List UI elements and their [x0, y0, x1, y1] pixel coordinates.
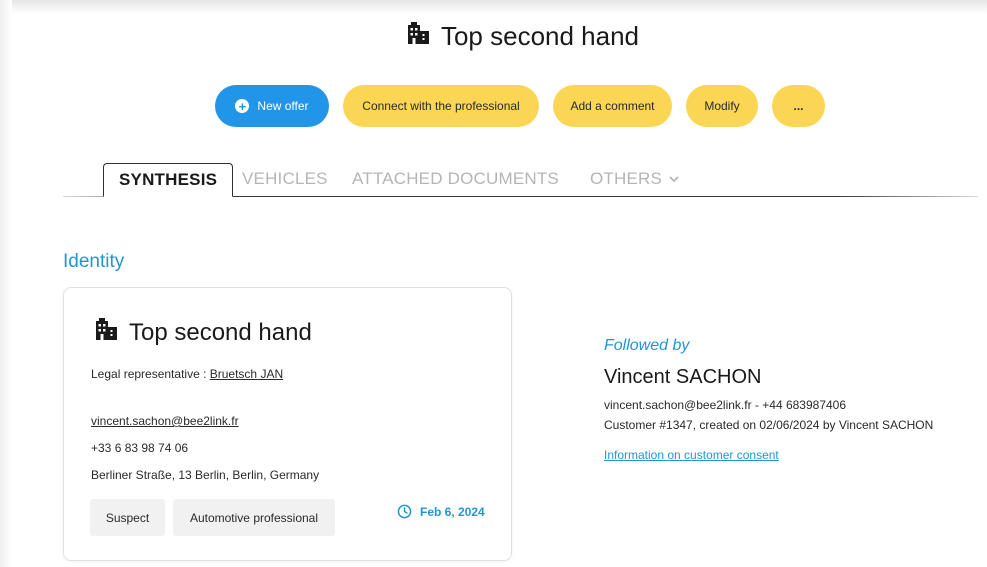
tab-vehicles[interactable]: VEHICLES: [242, 162, 328, 196]
action-bar: + New offer Connect with the professiona…: [215, 85, 825, 127]
legal-representative: Legal representative : Bruetsch JAN: [91, 367, 283, 381]
top-shadow: [0, 0, 987, 14]
left-shadow: [0, 0, 12, 567]
tab-others[interactable]: OTHERS: [590, 162, 680, 196]
new-offer-label: New offer: [257, 99, 309, 113]
identity-card: Top second hand Legal representative : B…: [63, 287, 512, 561]
plus-circle-icon: +: [235, 99, 250, 113]
more-actions-button[interactable]: ...: [772, 85, 825, 127]
legal-rep-label: Legal representative :: [91, 367, 207, 381]
new-offer-button[interactable]: + New offer: [215, 85, 329, 127]
tab-attached-documents[interactable]: ATTACHED DOCUMENTS: [352, 162, 559, 196]
phone-number: +33 6 83 98 74 06: [91, 441, 189, 455]
address: Berliner Straße, 13 Berlin, Berlin, Germ…: [91, 468, 320, 482]
legal-rep-link[interactable]: Bruetsch JAN: [210, 367, 283, 381]
page-title: Top second hand: [0, 20, 987, 53]
clock-icon: [397, 504, 412, 519]
customer-info: Customer #1347, created on 02/06/2024 by…: [604, 418, 934, 432]
advisor-name: Vincent SACHON: [604, 366, 762, 388]
tab-synthesis[interactable]: SYNTHESIS: [103, 163, 234, 197]
advisor-contact: vincent.sachon@bee2link.fr - +44 6839874…: [604, 398, 847, 412]
chevron-down-icon: [669, 176, 679, 183]
followed-by-panel: Followed by Vincent SACHON vincent.sacho…: [604, 337, 933, 464]
customer-consent-link[interactable]: Information on customer consent: [604, 448, 779, 462]
followed-by-label: Followed by: [604, 337, 690, 354]
identity-section-title: Identity: [63, 251, 125, 272]
tag-suspect: Suspect: [90, 499, 165, 536]
add-comment-button[interactable]: Add a comment: [553, 85, 672, 127]
modify-button[interactable]: Modify: [686, 85, 758, 127]
company-title: Top second hand: [93, 316, 312, 349]
building-icon: [405, 20, 431, 53]
page-title-text: Top second hand: [440, 21, 640, 51]
connect-professional-button[interactable]: Connect with the professional: [343, 85, 539, 127]
tab-others-label: OTHERS: [590, 169, 663, 188]
email-link[interactable]: vincent.sachon@bee2link.fr: [91, 414, 239, 428]
tag-automotive-professional: Automotive professional: [173, 499, 335, 536]
building-icon: [93, 316, 119, 349]
creation-date: Feb 6, 2024: [397, 504, 485, 519]
company-name: Top second hand: [129, 318, 312, 346]
tab-bar: SYNTHESIS VEHICLES ATTACHED DOCUMENTS OT…: [63, 162, 978, 198]
creation-date-text: Feb 6, 2024: [420, 504, 485, 519]
